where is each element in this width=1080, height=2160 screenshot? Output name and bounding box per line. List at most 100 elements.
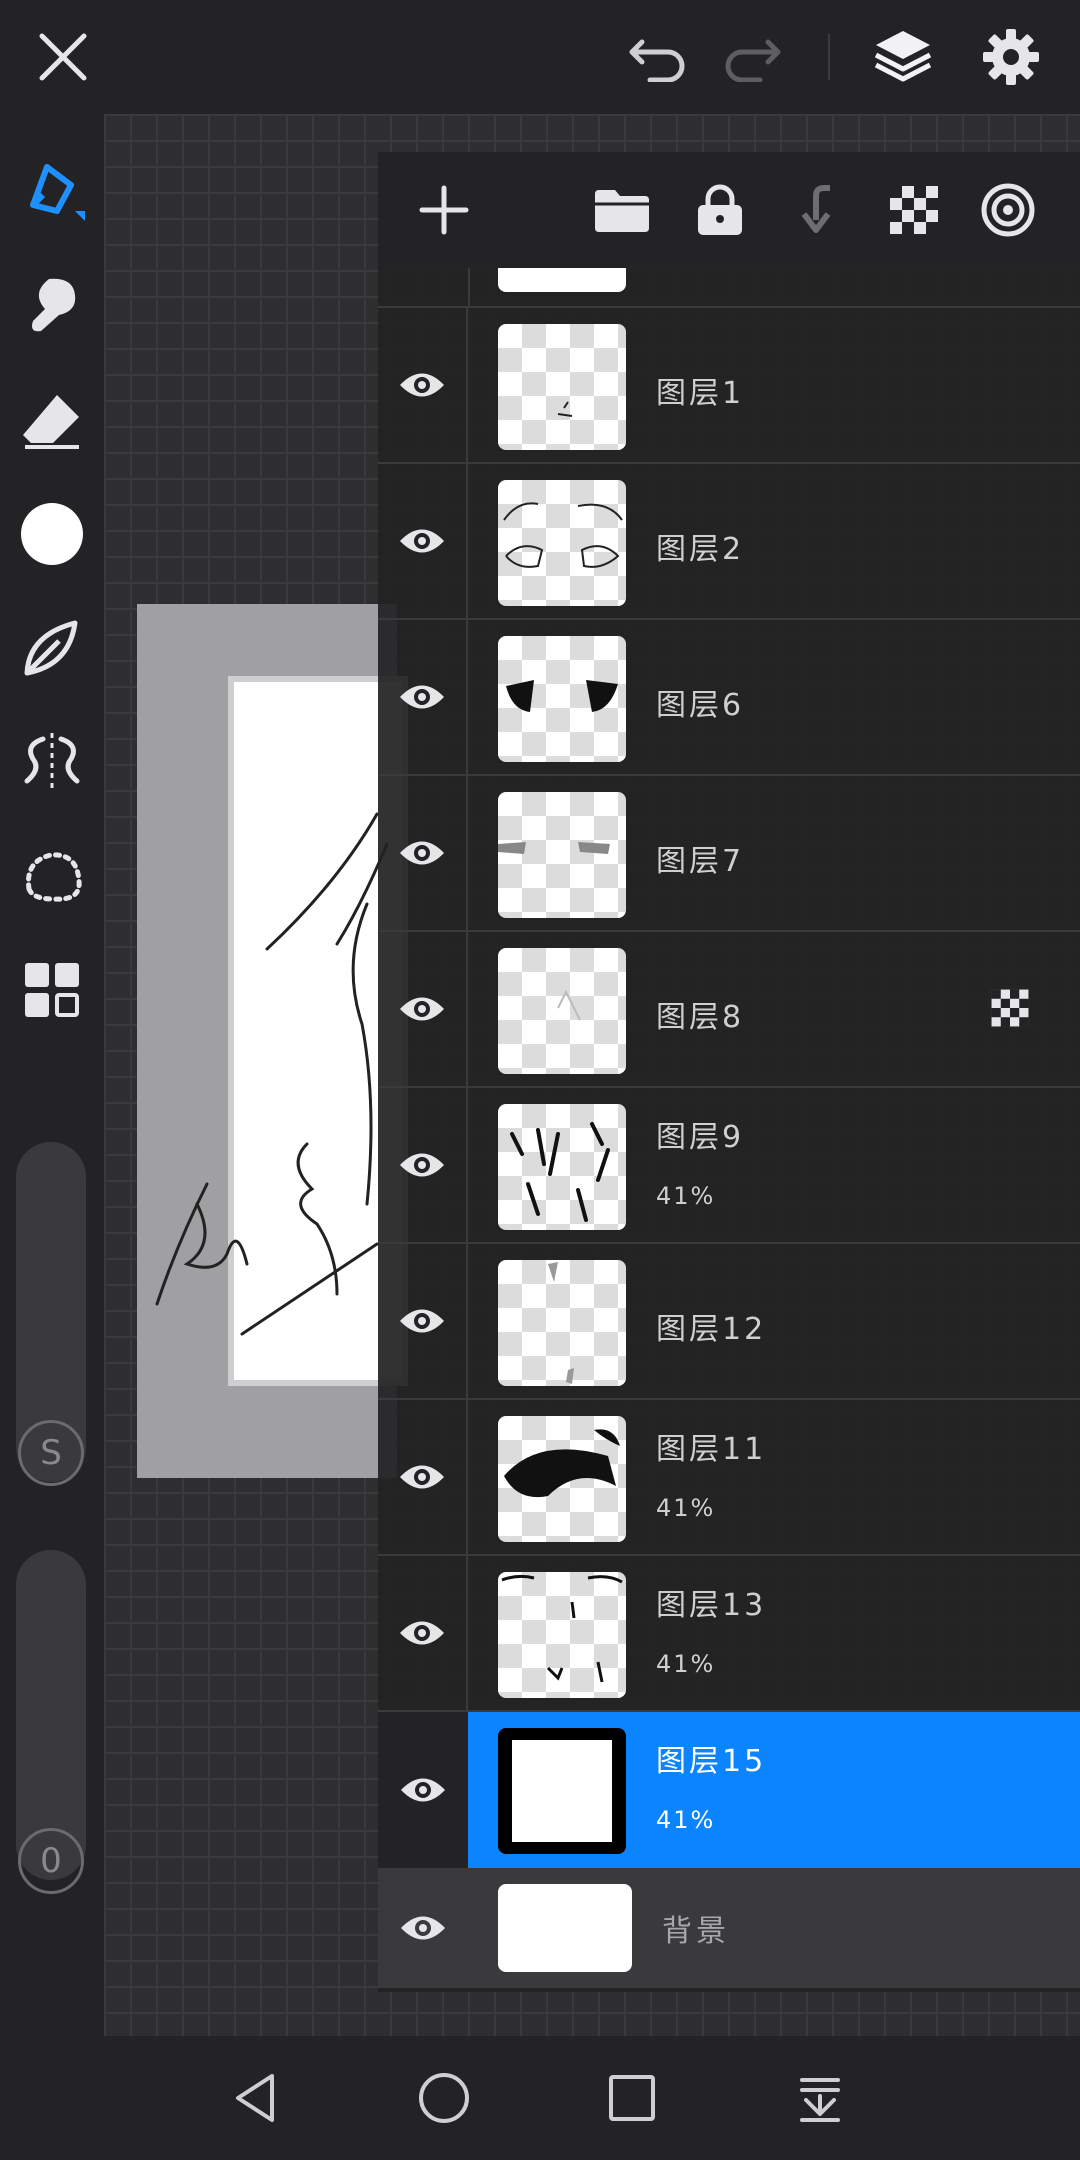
back-icon[interactable]	[218, 2060, 294, 2136]
layer-row[interactable]: 图层7	[378, 776, 1080, 932]
eye-icon	[400, 373, 444, 397]
layer-name: 图层6	[656, 688, 745, 723]
eye-icon	[400, 1153, 444, 1177]
layer-row[interactable]: 图层2	[378, 464, 1080, 620]
brush-icon	[30, 164, 85, 221]
layer-thumbnail	[498, 1260, 626, 1386]
visibility-toggle[interactable]	[378, 1088, 468, 1242]
layer-opacity: 41%	[656, 1650, 716, 1678]
recents-icon[interactable]	[594, 2060, 670, 2136]
layers-icon[interactable]	[868, 24, 938, 90]
shape-icon	[24, 620, 78, 676]
folder-icon[interactable]	[586, 174, 658, 246]
layer-name: 图层8	[656, 1000, 745, 1035]
visibility-toggle[interactable]	[378, 620, 468, 774]
symmetry-tool[interactable]	[14, 724, 90, 800]
thumbnail-fill	[512, 1740, 612, 1842]
layer-row[interactable]: 图层1	[378, 308, 1080, 464]
layer-opacity: 41%	[656, 1806, 716, 1834]
target-icon[interactable]	[972, 174, 1044, 246]
visibility-toggle[interactable]	[378, 776, 468, 930]
eye-icon	[400, 685, 444, 709]
divider	[828, 34, 830, 80]
layer-row[interactable]: 图层11 41%	[378, 1400, 1080, 1556]
layer-thumbnail	[498, 1728, 626, 1854]
transparency-icon[interactable]	[878, 174, 950, 246]
sketch-artwork	[155, 812, 389, 1336]
top-bar	[0, 0, 1080, 114]
eye-icon	[401, 1778, 445, 1802]
layer-name: 图层13	[656, 1588, 767, 1623]
layer-row-selected[interactable]: 图层15 41%	[468, 1712, 1080, 1868]
layer-name: 图层2	[656, 532, 745, 567]
close-icon[interactable]	[30, 24, 96, 90]
layer-thumbnail	[498, 480, 626, 606]
layer-row-partial[interactable]	[378, 268, 1080, 308]
layer-name: 图层15	[656, 1744, 767, 1779]
color-picker[interactable]	[14, 496, 90, 572]
color-icon	[21, 503, 83, 565]
brush-tool[interactable]	[14, 152, 90, 228]
lasso-tool[interactable]	[14, 838, 90, 914]
visibility-toggle[interactable]	[378, 1400, 468, 1554]
layer-thumbnail	[498, 1104, 626, 1230]
layer-name: 图层11	[656, 1432, 767, 1467]
layer-name: 图层12	[656, 1312, 767, 1347]
visibility-toggle[interactable]	[378, 1868, 468, 1988]
smudge-icon	[32, 278, 76, 332]
gallery-icon	[25, 963, 79, 1017]
layers-panel-header	[378, 152, 1080, 268]
menu-down-icon[interactable]	[782, 2060, 858, 2136]
brush-opacity-knob[interactable]: 0	[18, 1828, 84, 1894]
add-layer-icon[interactable]	[408, 174, 480, 246]
lasso-icon	[25, 852, 82, 902]
eye-icon	[400, 1309, 444, 1333]
layer-thumbnail	[498, 636, 626, 762]
shape-tool[interactable]	[14, 610, 90, 686]
settings-icon[interactable]	[978, 24, 1044, 90]
opacity-label: 0	[40, 1841, 62, 1881]
layer-thumbnail	[498, 792, 626, 918]
undo-icon[interactable]	[624, 24, 694, 90]
layer-thumbnail	[498, 1572, 626, 1698]
eye-icon	[400, 1621, 444, 1645]
visibility-toggle[interactable]	[378, 1556, 468, 1710]
layer-row[interactable]: 图层12	[378, 1244, 1080, 1400]
smudge-tool[interactable]	[14, 266, 90, 342]
layer-thumbnail	[498, 1416, 626, 1542]
eraser-tool[interactable]	[14, 382, 90, 458]
redo-icon[interactable]	[716, 24, 786, 90]
layer-name: 图层7	[656, 844, 745, 879]
gallery-tool[interactable]	[14, 952, 90, 1028]
lock-icon[interactable]	[684, 174, 756, 246]
visibility-toggle[interactable]	[378, 464, 468, 618]
layer-row[interactable]: 图层9 41%	[378, 1088, 1080, 1244]
background-layer-name: 背景	[662, 1914, 730, 1949]
eye-icon	[400, 841, 444, 865]
eye-icon	[400, 529, 444, 553]
eye-icon	[401, 1916, 445, 1940]
layer-row[interactable]: 图层13 41%	[378, 1556, 1080, 1712]
layer-row[interactable]: 图层6	[378, 620, 1080, 776]
layer-opacity: 41%	[656, 1182, 716, 1210]
layer-name: 图层1	[656, 376, 745, 411]
system-nav-bar	[0, 2036, 1080, 2160]
layer-name: 图层9	[656, 1120, 745, 1155]
merge-down-icon[interactable]	[782, 174, 854, 246]
layer-opacity: 41%	[656, 1494, 716, 1522]
visibility-toggle[interactable]	[378, 932, 468, 1086]
size-label: S	[40, 1433, 62, 1473]
visibility-toggle[interactable]	[378, 308, 468, 462]
layer-thumbnail	[498, 268, 626, 292]
visibility-toggle[interactable]	[378, 1244, 468, 1398]
background-layer-row[interactable]: 背景	[378, 1868, 1080, 1988]
alpha-lock-icon[interactable]	[990, 988, 1030, 1032]
layer-thumbnail	[498, 948, 626, 1074]
visibility-toggle[interactable]	[378, 1712, 468, 1868]
background-thumbnail	[498, 1884, 632, 1972]
divider	[468, 268, 470, 308]
home-icon[interactable]	[406, 2060, 482, 2136]
layer-row[interactable]: 图层8	[378, 932, 1080, 1088]
eraser-icon	[23, 395, 79, 449]
brush-size-knob[interactable]: S	[18, 1420, 84, 1486]
